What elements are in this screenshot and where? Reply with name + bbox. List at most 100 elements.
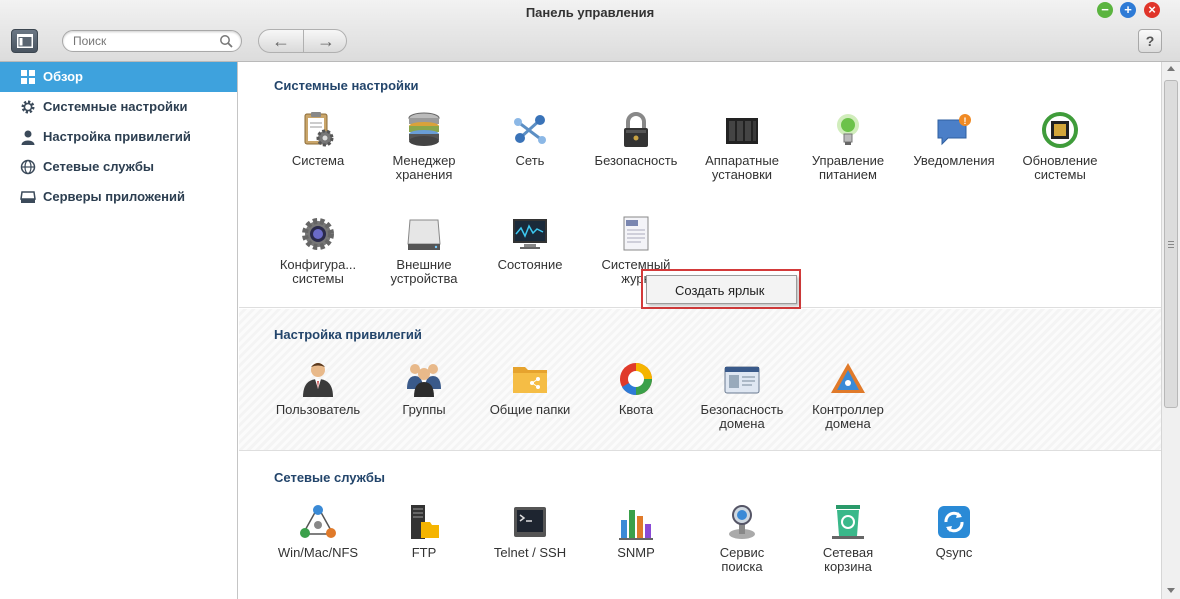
app-search-service[interactable]: Сервис поиска — [692, 502, 792, 574]
group-icon — [407, 364, 441, 397]
external-drive-icon — [407, 219, 441, 250]
main-content: Системные настройки Система Менеджер хра… — [239, 62, 1161, 599]
app-label: Безопасность — [594, 153, 678, 168]
close-button[interactable]: × — [1144, 2, 1160, 18]
app-power-management[interactable]: Управление питанием — [798, 110, 898, 182]
sidebar-item-label: Системные настройки — [43, 99, 188, 114]
app-telnet-ssh[interactable]: Telnet / SSH — [480, 502, 580, 560]
app-label-line2: корзина — [824, 559, 872, 574]
forward-button[interactable]: → — [304, 30, 348, 52]
sidebar-item-app-servers[interactable]: Серверы приложений — [0, 182, 237, 212]
home-toggle-button[interactable] — [11, 29, 38, 53]
network-icon — [514, 115, 546, 144]
search-input[interactable] — [73, 34, 213, 48]
app-status[interactable]: Состояние — [480, 214, 580, 272]
quota-pie-icon — [620, 363, 652, 396]
minimize-button[interactable]: − — [1097, 2, 1113, 18]
app-label: Управление — [811, 153, 885, 168]
app-label: SNMP — [617, 545, 655, 560]
search-box[interactable] — [62, 30, 242, 52]
app-label: Конфигура... — [279, 257, 357, 272]
search-icon[interactable] — [219, 34, 233, 48]
sidebar-item-label: Сетевые службы — [43, 159, 155, 174]
app-label: Сетевая — [822, 545, 874, 560]
app-system-config[interactable]: Конфигура... системы — [268, 214, 368, 286]
scroll-up-arrow-icon[interactable] — [1167, 66, 1175, 71]
vertical-scrollbar[interactable] — [1161, 62, 1180, 599]
app-label: Группы — [402, 402, 446, 417]
app-notifications[interactable]: ! Уведомления — [904, 110, 1004, 168]
app-label-line2: системы — [292, 271, 344, 286]
app-domain-controller[interactable]: Контроллер домена — [798, 359, 898, 431]
context-menu: Создать ярлык — [646, 275, 797, 304]
app-label: Уведомления — [913, 153, 995, 168]
terminal-icon — [514, 507, 546, 537]
app-network[interactable]: Сеть — [480, 110, 580, 168]
app-snmp[interactable]: SNMP — [586, 502, 686, 560]
ftp-icon — [411, 505, 439, 539]
app-label-line2: питанием — [819, 167, 877, 182]
app-security[interactable]: Безопасность — [586, 110, 686, 168]
section-title: Системные настройки — [274, 78, 419, 93]
app-label: Аппаратные — [705, 153, 779, 168]
app-label: Telnet / SSH — [493, 545, 567, 560]
app-label-line2: системы — [1034, 167, 1086, 182]
app-external-devices[interactable]: Внешние устройства — [374, 214, 474, 286]
app-ftp[interactable]: FTP — [374, 502, 474, 560]
id-card-icon — [724, 366, 760, 394]
app-label: Безопасность — [700, 402, 784, 417]
sidebar-item-label: Настройка привилегий — [43, 129, 191, 144]
globe-icon — [20, 159, 36, 175]
app-shared-folders[interactable]: Общие папки — [480, 359, 580, 417]
chat-bubble-icon: ! — [937, 114, 971, 146]
sidebar-item-privileges[interactable]: Настройка привилегий — [0, 122, 237, 152]
sidebar-item-label: Серверы приложений — [43, 189, 186, 204]
app-label: Менеджер — [392, 153, 456, 168]
sidebar-item-system-settings[interactable]: Системные настройки — [0, 92, 237, 122]
window-title: Панель управления — [525, 5, 655, 20]
grid-icon — [21, 70, 35, 84]
app-label-line2: устройства — [390, 271, 458, 286]
app-label: Qsync — [935, 545, 973, 560]
scroll-down-arrow-icon[interactable] — [1167, 588, 1175, 593]
hardware-icon — [726, 118, 758, 144]
app-label: Обновление — [1022, 153, 1098, 168]
storage-disks-icon — [408, 112, 440, 146]
panel-icon — [17, 34, 33, 48]
app-system[interactable]: Система — [268, 110, 368, 168]
gear-icon — [21, 100, 35, 114]
scroll-thumb[interactable] — [1164, 80, 1178, 408]
app-storage-manager[interactable]: Менеджер хранения — [374, 110, 474, 182]
monitor-icon — [513, 219, 547, 249]
svg-text:!: ! — [964, 116, 967, 126]
domain-controller-icon — [831, 363, 865, 393]
app-hardware[interactable]: Аппаратные установки — [692, 110, 792, 182]
app-label: Система — [291, 153, 345, 168]
chip-update-icon — [1042, 112, 1078, 148]
app-win-mac-nfs[interactable]: Win/Mac/NFS — [268, 502, 368, 560]
app-label: Внешние — [396, 257, 452, 272]
create-shortcut-menu-item[interactable]: Создать ярлык — [675, 283, 764, 298]
app-domain-security[interactable]: Безопасность домена — [692, 359, 792, 431]
app-network-recycle-bin[interactable]: Сетевая корзина — [798, 502, 898, 574]
app-label: Общие папки — [489, 402, 571, 417]
history-nav: ← → — [258, 29, 347, 53]
maximize-button[interactable]: + — [1120, 2, 1136, 18]
app-label: Состояние — [497, 257, 563, 272]
app-qsync[interactable]: Qsync — [904, 502, 1004, 560]
help-button[interactable]: ? — [1138, 29, 1162, 53]
app-user[interactable]: Пользователь — [268, 359, 368, 417]
bar-chart-icon — [619, 510, 653, 540]
app-groups[interactable]: Группы — [374, 359, 474, 417]
app-label: Контроллер — [812, 402, 884, 417]
padlock-icon — [624, 112, 648, 147]
sidebar-item-network-services[interactable]: Сетевые службы — [0, 152, 237, 182]
server-icon — [20, 191, 36, 203]
app-quota[interactable]: Квота — [586, 359, 686, 417]
sidebar-item-overview[interactable]: Обзор — [0, 62, 237, 92]
back-button[interactable]: ← — [259, 30, 303, 52]
app-system-update[interactable]: Обновление системы — [1010, 110, 1110, 182]
shared-folder-icon — [513, 367, 547, 393]
recycle-bin-icon — [832, 505, 864, 539]
app-label: Квота — [618, 402, 654, 417]
